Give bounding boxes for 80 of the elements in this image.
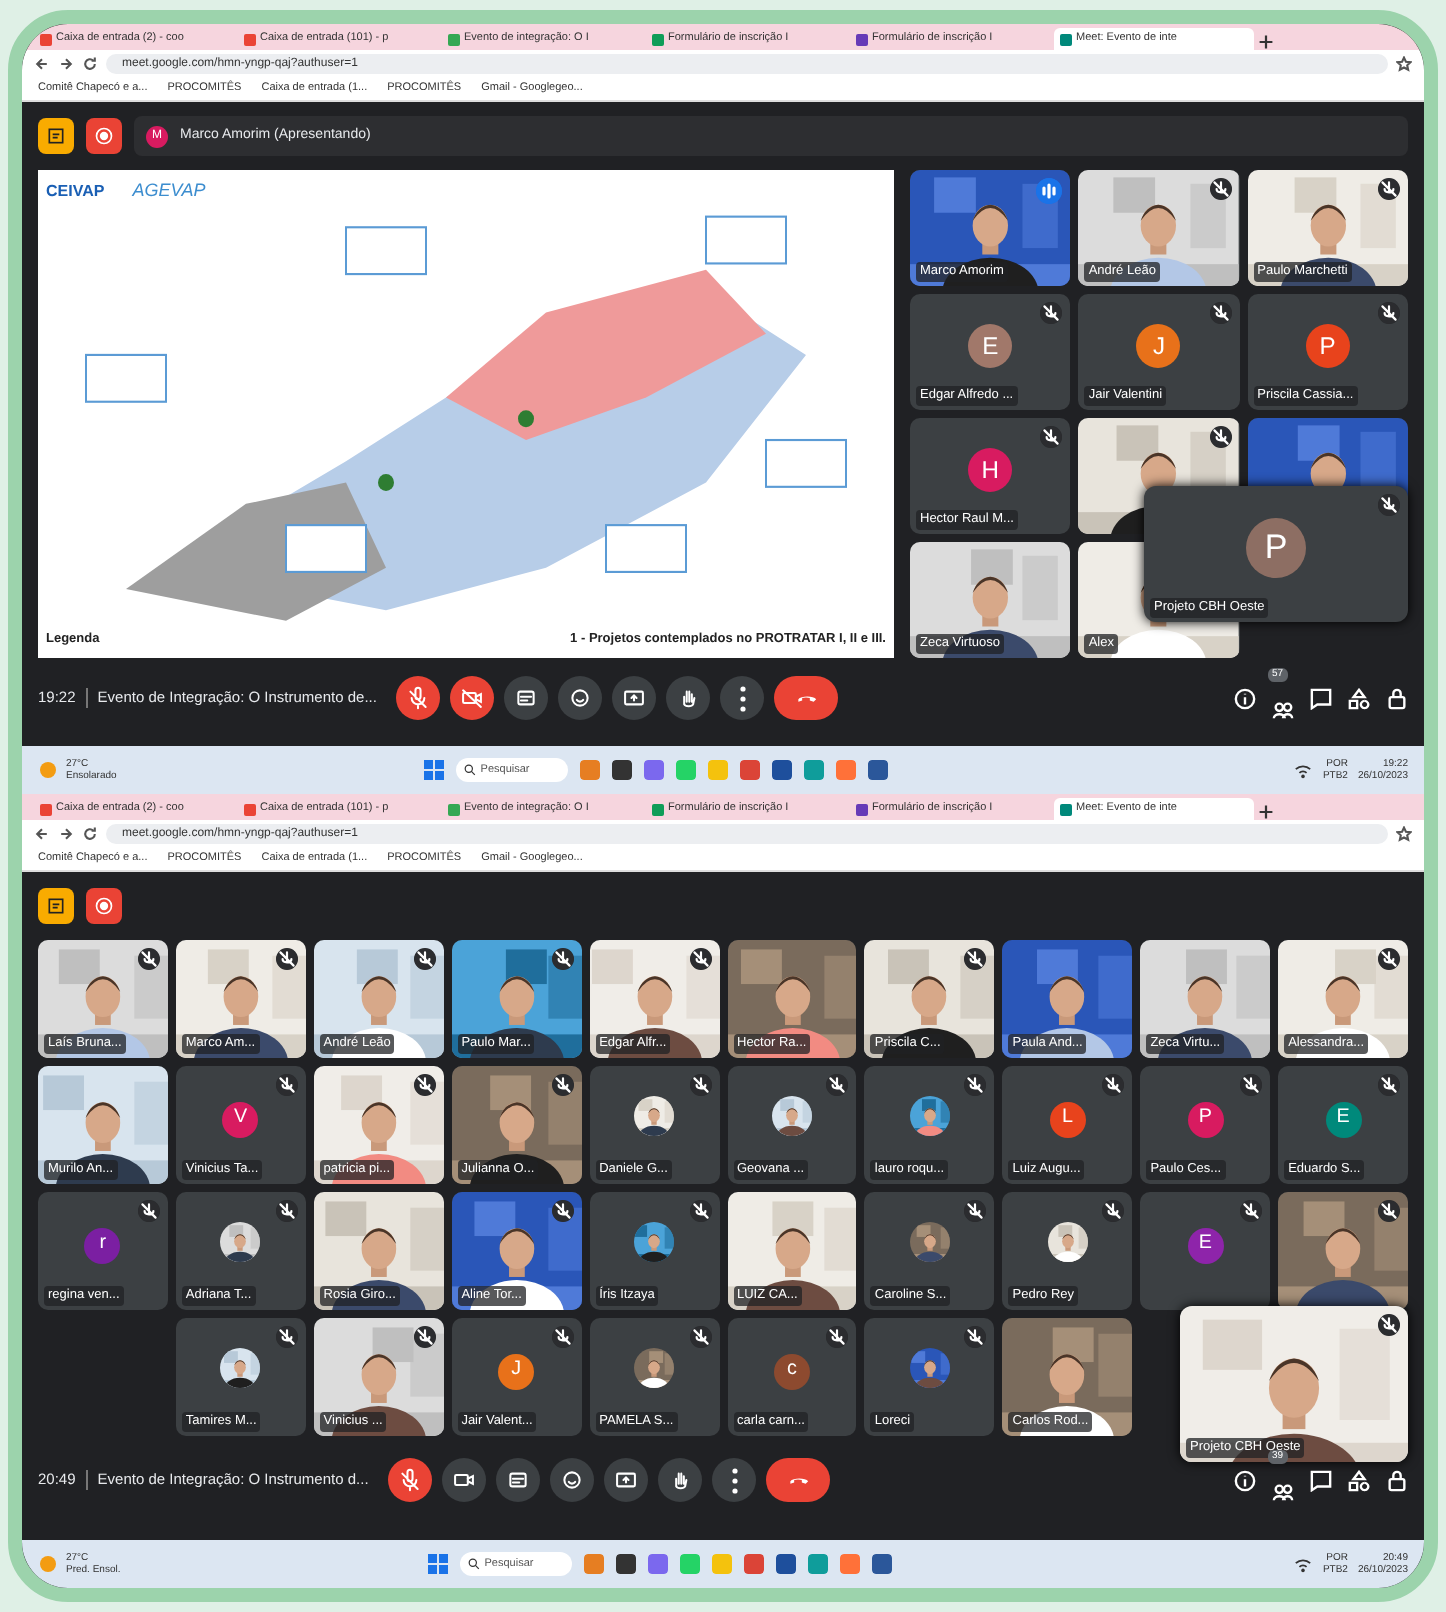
avatar: P — [1305, 324, 1350, 369]
logo-text: CEIVAP — [46, 179, 105, 204]
present-button[interactable] — [604, 1458, 649, 1502]
forward-icon[interactable] — [58, 826, 74, 842]
reload-icon[interactable] — [82, 826, 98, 842]
avatar: J — [1136, 324, 1181, 369]
windows-start-icon[interactable] — [428, 1554, 449, 1574]
lock-icon[interactable] — [1386, 1469, 1408, 1491]
avatar: E — [1187, 1227, 1224, 1264]
avatar: L — [1049, 1101, 1086, 1138]
notes-button[interactable] — [38, 888, 74, 924]
new-tab-icon[interactable] — [1258, 804, 1274, 820]
wifi-icon — [1294, 1555, 1313, 1573]
app-icon[interactable] — [872, 1554, 893, 1574]
end-call-button[interactable] — [774, 676, 839, 720]
notes-button[interactable] — [38, 118, 74, 154]
people-icon[interactable] — [1272, 1481, 1294, 1504]
app-icon[interactable] — [776, 1554, 797, 1574]
search-icon — [468, 1558, 481, 1570]
captions-button[interactable] — [496, 1458, 541, 1502]
recording-button[interactable] — [86, 118, 122, 154]
wifi-icon — [1294, 761, 1313, 779]
chat-icon[interactable] — [1310, 1469, 1332, 1491]
emoji-button[interactable] — [558, 676, 603, 720]
recording-button[interactable] — [86, 888, 122, 924]
captions-button[interactable] — [504, 676, 549, 720]
notes-icon — [46, 126, 66, 146]
weather-icon — [38, 1554, 58, 1574]
star-icon[interactable] — [1396, 826, 1412, 842]
lock-icon[interactable] — [1386, 687, 1408, 709]
avatar: J — [498, 1353, 535, 1390]
more-options-icon — [731, 1467, 738, 1493]
raise-hand-button[interactable] — [658, 1458, 703, 1502]
app-icon[interactable] — [612, 760, 633, 780]
reload-icon[interactable] — [82, 56, 98, 72]
avatar: H — [968, 448, 1013, 493]
emoji-icon — [558, 1466, 587, 1494]
mic-off-button[interactable] — [388, 1458, 433, 1502]
more-options-icon — [739, 685, 746, 711]
notes-icon — [46, 896, 66, 916]
camera-off-button[interactable] — [450, 676, 495, 720]
avatar: E — [968, 324, 1013, 369]
logo-text: AGEVAP — [132, 178, 206, 204]
activities-icon[interactable] — [1348, 1469, 1370, 1491]
app-icon[interactable] — [616, 1554, 637, 1574]
mic-off-icon — [396, 1466, 425, 1494]
record-icon — [94, 126, 114, 146]
camera-button[interactable] — [442, 1458, 487, 1502]
app-icon[interactable] — [868, 760, 889, 780]
info-icon[interactable] — [1234, 687, 1256, 709]
record-icon — [94, 896, 114, 916]
new-tab-icon[interactable] — [1258, 34, 1274, 50]
end-call-button[interactable] — [766, 1458, 831, 1502]
app-icon[interactable] — [772, 760, 793, 780]
avatar: r — [84, 1227, 121, 1264]
weather-icon — [38, 760, 58, 780]
emoji-button[interactable] — [550, 1458, 595, 1502]
chat-icon[interactable] — [1310, 687, 1332, 709]
more-options-button[interactable] — [720, 676, 765, 720]
more-options-button[interactable] — [712, 1458, 757, 1502]
avatar: P — [1187, 1101, 1224, 1138]
present-button[interactable] — [612, 676, 657, 720]
avatar: E — [1325, 1101, 1362, 1138]
avatar: P — [1246, 517, 1306, 578]
mic-off-icon — [404, 684, 433, 712]
emoji-icon — [566, 684, 595, 712]
avatar: V — [222, 1101, 259, 1138]
search-icon — [464, 764, 477, 776]
raise-hand-button[interactable] — [666, 676, 711, 720]
info-icon[interactable] — [1234, 1469, 1256, 1491]
back-icon[interactable] — [34, 56, 50, 72]
camera-off-icon — [458, 684, 487, 712]
forward-icon[interactable] — [58, 56, 74, 72]
activities-icon[interactable] — [1348, 687, 1370, 709]
mic-off-button[interactable] — [396, 676, 441, 720]
back-icon[interactable] — [34, 826, 50, 842]
windows-start-icon[interactable] — [424, 760, 445, 780]
people-icon[interactable] — [1272, 699, 1294, 722]
star-icon[interactable] — [1396, 56, 1412, 72]
avatar: c — [773, 1353, 810, 1390]
